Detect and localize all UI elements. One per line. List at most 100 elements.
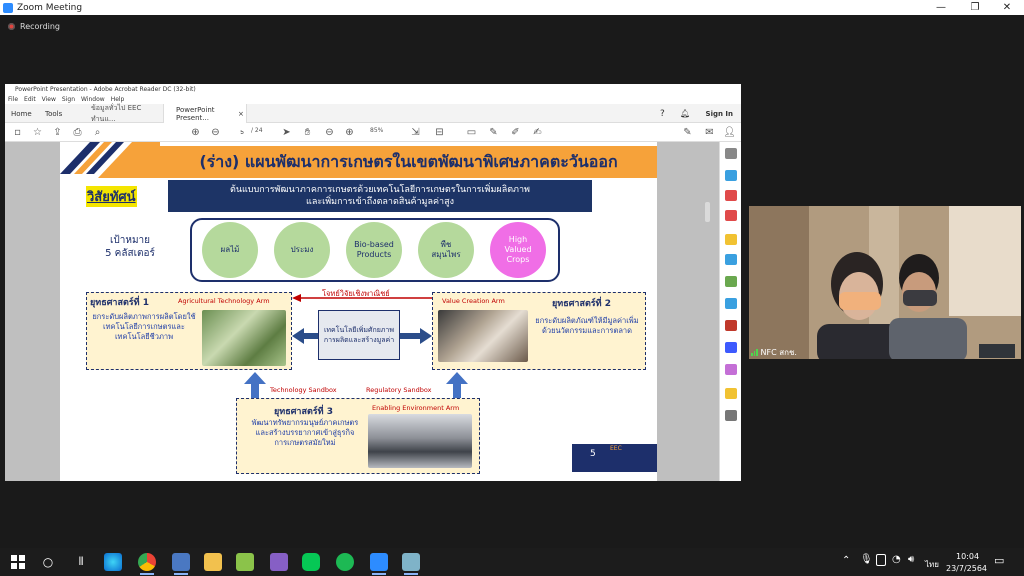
pen-icon[interactable]: ✎ [487,126,500,139]
share-icon[interactable]: ✉ [703,126,716,139]
participant-video[interactable] [749,206,1021,359]
tab-tools[interactable]: Tools [45,104,62,123]
more-tools-icon[interactable] [725,410,737,421]
acrobat-toolbar: ▫ ☆ ⇪ ⎙ ⌕ ⊕ ⊖ / 24 ➤ ✋︎ ⊖ ⊕ 85% ⇲ ⊟ ▭ ✎ … [5,123,741,142]
page-number-input[interactable] [235,127,249,138]
organize-pages-icon[interactable] [725,276,737,287]
photos-app-icon[interactable] [236,553,254,571]
value-creation-photo [438,310,528,362]
strategy-1-title: ยุทธศาสตร์ที่ 1 [90,298,149,308]
close-button[interactable]: ✕ [990,0,1024,15]
zoom-tool-icon[interactable] [725,148,737,159]
tab-document-2[interactable]: PowerPoint Present... [163,104,247,123]
edge-icon[interactable] [104,553,122,571]
add-user-icon[interactable]: 👤︎ [723,126,736,139]
clock-time[interactable]: 10:04 [956,552,979,561]
zoom-taskbar-icon[interactable] [370,553,388,575]
recording-indicator[interactable]: Recording [8,22,60,31]
zoom-app-icon [3,2,13,13]
fit-page-icon[interactable]: ⇲ [409,126,422,139]
measure-icon[interactable] [725,364,737,375]
strategy-1-arm: Agricultural Technology Arm [178,297,270,305]
center-technology-box: เทคโนโลยีเพิ่มศักยภาพการผลิตและสร้างมูลค… [318,310,400,360]
menu-view[interactable]: View [42,96,56,103]
zoom-out-icon[interactable]: ⊖ [323,126,336,139]
input-language[interactable]: ไทย [925,558,939,571]
strategy-2-arm: Value Creation Arm [442,297,505,305]
tray-chevron-icon[interactable]: ⌃ [842,555,850,566]
eec-logo-text: EEC [610,445,622,452]
tab-home[interactable]: Home [11,104,32,123]
print-icon[interactable]: ⎙ [71,126,84,139]
combine-files-icon[interactable] [725,254,737,265]
microphone-icon[interactable]: 🎙︎ [860,554,873,565]
zoom-title-bar: Zoom Meeting — ❐ ✕ [0,0,1024,15]
fill-sign-tool-icon[interactable] [725,320,737,331]
document-area[interactable]: (ร่าง) แผนพัฒนาการเกษตรในเขตพัฒนาพิเศษภา… [5,142,741,481]
minimize-button[interactable]: — [924,0,958,15]
fill-sign-icon[interactable]: ✎ [681,126,694,139]
bell-icon[interactable]: 🔔︎ [680,104,690,123]
bookmark-icon[interactable]: ☆ [31,126,44,139]
hand-icon[interactable]: ✋︎ [301,126,314,139]
menu-edit[interactable]: Edit [24,96,36,103]
strategy-3-arm: Enabling Environment Arm [372,404,460,412]
line-app-icon[interactable] [302,553,320,571]
edit-pdf-icon[interactable] [725,210,737,221]
prev-page-icon[interactable]: ⊕ [189,126,202,139]
search-icon[interactable]: ⌕ [91,126,104,139]
notification-icon[interactable]: ▭ [994,554,1004,567]
document-scrollbar[interactable] [705,202,710,222]
maximize-button[interactable]: ❐ [958,0,992,15]
user-folder-icon[interactable] [172,553,190,575]
goal-line-2: 5 คลัสเตอร์ [105,248,155,259]
highlight-icon[interactable]: ✐ [509,126,522,139]
technology-sandbox-label: Technology Sandbox [270,386,337,394]
recording-label: Recording [20,22,61,31]
export-pdf-icon[interactable] [725,170,737,181]
comment-tool-icon[interactable] [725,234,737,245]
pointer-icon[interactable]: ➤ [280,126,293,139]
sign-in-button[interactable]: Sign In [706,104,733,123]
send-for-review-icon[interactable] [725,388,737,399]
close-tab-icon[interactable]: × [238,104,244,123]
menu-file[interactable]: File [8,96,18,103]
volume-icon[interactable]: 🔊︎ [908,554,914,565]
task-view-icon[interactable]: ⫴ [72,553,90,571]
commercial-research-label: โจทย์วิจัยเชิงพาณิชย์ [322,289,390,298]
zoom-in-icon[interactable]: ⊕ [343,126,356,139]
search-circle-icon[interactable]: ○ [39,553,57,571]
visual-studio-icon[interactable] [270,553,288,571]
up-arrow-left [244,372,266,400]
battery-icon[interactable] [876,554,886,566]
strategy-2-title: ยุทธศาสตร์ที่ 2 [552,299,611,309]
present-icon[interactable]: ⊟ [433,126,446,139]
sign-icon[interactable]: ✍︎ [531,126,544,139]
comment-icon[interactable]: ▭ [465,126,478,139]
menu-sign[interactable]: Sign [62,96,75,103]
participant-name: NFC สกช. [760,348,797,357]
zoom-level[interactable]: 85% [370,127,383,134]
help-icon[interactable]: ? [660,104,665,123]
file-explorer-icon[interactable] [204,553,222,571]
meeting-photo [368,414,472,468]
wifi-icon[interactable]: ◔ [892,554,901,565]
protect-icon[interactable] [725,342,737,353]
chrome-icon[interactable] [138,553,156,575]
create-pdf-icon[interactable] [725,190,737,201]
cluster-bio-based: Bio-based Products [346,222,402,278]
header-stripes [60,142,160,178]
clock-date[interactable]: 23/7/2564 [946,564,987,573]
scan-icon[interactable] [725,298,737,309]
goal-label: เป้าหมาย 5 คลัสเตอร์ [90,234,170,260]
windows-start-icon[interactable] [9,553,27,571]
save-icon[interactable]: ▫ [11,126,24,139]
signal-bars-icon [751,349,758,356]
acrobat-taskbar-icon[interactable] [402,553,420,575]
zoom-window-title: Zoom Meeting [17,2,83,13]
record-icon [8,23,15,30]
spotify-icon[interactable] [336,553,354,571]
upload-icon[interactable]: ⇪ [51,126,64,139]
next-page-icon[interactable]: ⊖ [209,126,222,139]
tab-document-1[interactable]: ข้อมูลทั่วไป EEC ทำนแ... [77,104,163,123]
